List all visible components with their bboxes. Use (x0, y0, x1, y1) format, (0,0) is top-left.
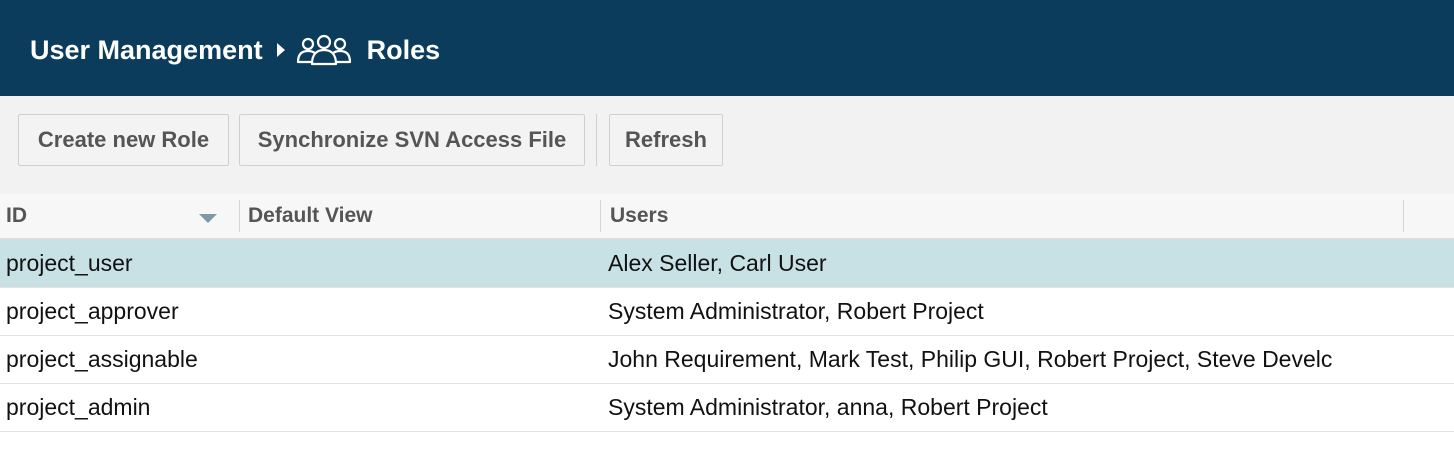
refresh-button[interactable]: Refresh (609, 114, 723, 166)
column-resize-handle[interactable] (239, 200, 240, 232)
app-header: User Management Roles (0, 0, 1454, 96)
cell-id: project_approver (6, 298, 179, 324)
cell-users: John Requirement, Mark Test, Philip GUI,… (608, 346, 1333, 372)
column-resize-handle[interactable] (1403, 200, 1404, 232)
column-header-default-view[interactable]: Default View (248, 194, 372, 238)
create-role-button[interactable]: Create new Role (18, 114, 229, 166)
table-row[interactable]: project_approver System Administrator, R… (0, 288, 1454, 336)
column-resize-handle[interactable] (600, 200, 601, 232)
column-header-id[interactable]: ID (6, 194, 27, 238)
users-group-icon (296, 34, 351, 66)
table-row[interactable]: project_user Alex Seller, Carl User (0, 240, 1454, 288)
column-header-users[interactable]: Users (610, 194, 668, 238)
table-row[interactable]: project_assignable John Requirement, Mar… (0, 336, 1454, 384)
cell-id: project_assignable (6, 346, 198, 372)
breadcrumb: User Management Roles (30, 30, 440, 70)
cell-id: project_admin (6, 394, 151, 420)
toolbar-divider (596, 114, 597, 166)
toolbar: Create new Role Synchronize SVN Access F… (0, 96, 1454, 194)
cell-id: project_user (6, 250, 133, 276)
synchronize-svn-button[interactable]: Synchronize SVN Access File (239, 114, 585, 166)
table-row[interactable]: project_admin System Administrator, anna… (0, 384, 1454, 432)
cell-users: Alex Seller, Carl User (608, 250, 827, 276)
cell-users: System Administrator, Robert Project (608, 298, 984, 324)
cell-users: System Administrator, anna, Robert Proje… (608, 394, 1048, 420)
page-title: Roles (366, 34, 441, 65)
chevron-right-icon (276, 43, 285, 57)
sort-descending-icon[interactable] (199, 214, 217, 223)
breadcrumb-user-management[interactable]: User Management (30, 35, 263, 66)
table-header: ID Default View Users (0, 194, 1454, 240)
